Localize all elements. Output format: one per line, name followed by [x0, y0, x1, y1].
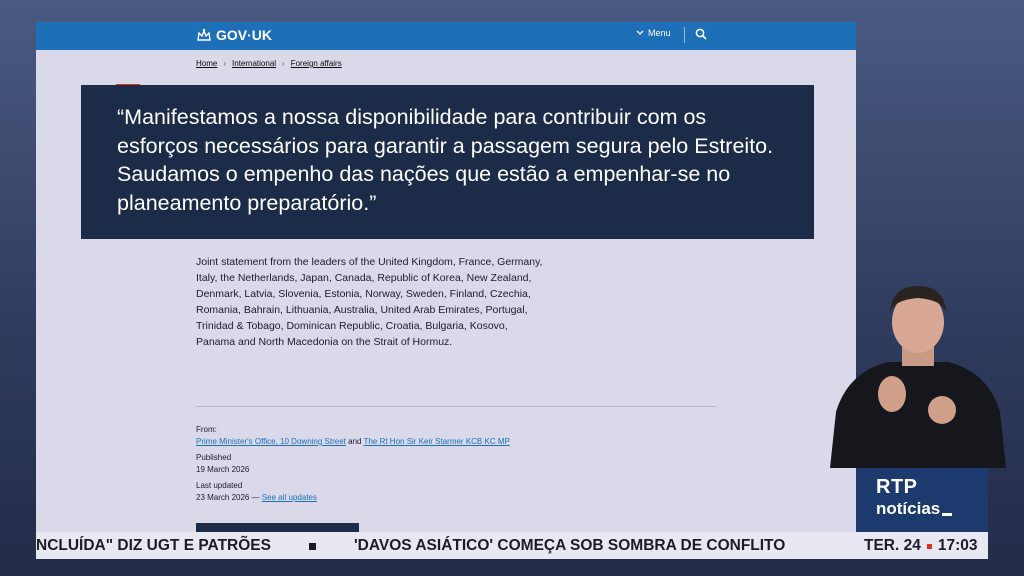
from-org-pm-link[interactable]: The Rt Hon Sir Keir Starmer KCB KC MP — [364, 437, 510, 446]
govuk-logo[interactable]: GOV·UK — [196, 27, 272, 43]
divider — [196, 406, 716, 407]
chevron-right-icon: › — [282, 59, 285, 68]
see-all-updates-link[interactable]: See all updates — [262, 493, 317, 502]
ticker-headline-1: NCLUÍDA" DIZ UGT E PATRÕES — [36, 537, 271, 554]
govuk-header: GOV·UK Menu — [36, 22, 856, 50]
news-ticker: NCLUÍDA" DIZ UGT E PATRÕES 'DAVOS ASIÁTI… — [36, 532, 856, 559]
govuk-logo-text: GOV·UK — [216, 27, 272, 43]
updated-separator: — — [251, 493, 260, 502]
breadcrumb: Home › International › Foreign affairs — [196, 59, 342, 68]
statement-text: Joint statement from the leaders of the … — [196, 256, 543, 348]
chevron-down-icon — [636, 30, 644, 35]
quote-text: “Manifestamos a nossa disponibilidade pa… — [117, 105, 774, 215]
updated-date: 23 March 2026 — [196, 493, 250, 502]
published-date: 19 March 2026 — [196, 465, 250, 474]
from-orgs: Prime Minister's Office, 10 Downing Stre… — [196, 436, 510, 448]
quote-overlay: “Manifestamos a nossa disponibilidade pa… — [81, 85, 814, 239]
crown-icon — [197, 28, 211, 41]
metadata: From: Prime Minister's Office, 10 Downin… — [196, 424, 510, 504]
chevron-right-icon: › — [223, 59, 227, 68]
published-label: Published — [196, 453, 232, 462]
govuk-page: GOV·UK Menu Home › International › Forei… — [36, 22, 856, 542]
breadcrumb-home[interactable]: Home — [196, 59, 217, 68]
sign-language-interpreter — [830, 286, 1006, 468]
broadcast-clock: TER. 24 17:03 — [856, 532, 988, 559]
bullet-icon — [308, 542, 316, 550]
updated-label: Last updated — [196, 481, 243, 490]
and-label: and — [348, 437, 362, 446]
search-icon[interactable] — [694, 27, 708, 41]
rtp-noticias-logo: RTP notícias — [856, 468, 988, 532]
breadcrumb-foreign-affairs[interactable]: Foreign affairs — [291, 59, 342, 68]
header-divider — [684, 27, 685, 43]
noticias-logo-text: notícias — [876, 499, 953, 519]
rtp-logo-text: RTP — [876, 476, 918, 498]
clock-separator — [926, 543, 932, 549]
clock-time: 17:03 — [937, 537, 978, 554]
breadcrumb-international[interactable]: International — [232, 59, 276, 68]
menu-button[interactable]: Menu — [636, 28, 671, 38]
clock-day: TER. 24 — [864, 537, 921, 554]
menu-label: Menu — [648, 28, 671, 38]
from-org-pmo-link[interactable]: Prime Minister's Office, 10 Downing Stre… — [196, 437, 346, 446]
from-label: From: — [196, 425, 217, 434]
ticker-headline-2: 'DAVOS ASIÁTICO' COMEÇA SOB SOMBRA DE CO… — [353, 537, 786, 554]
updated-row: 23 March 2026 — See all updates — [196, 492, 510, 504]
